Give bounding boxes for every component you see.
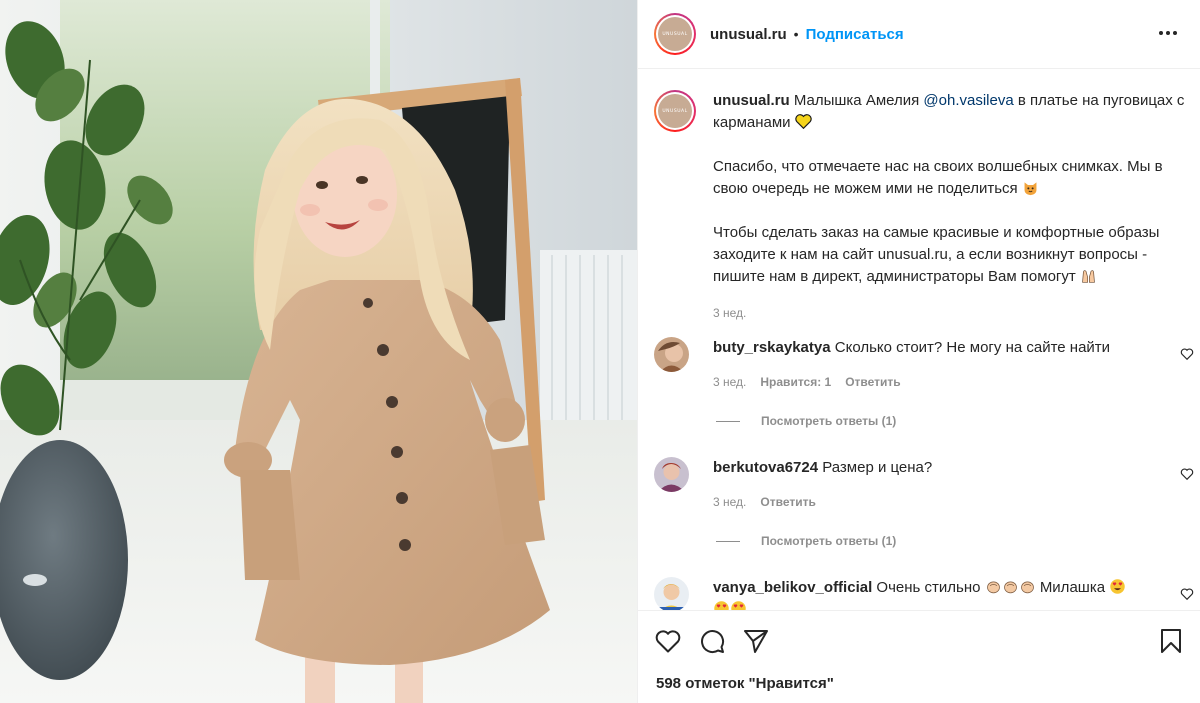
caption-avatar-logo: UNUSUAL xyxy=(658,94,692,128)
comment-text-2: Милашка xyxy=(1039,579,1106,596)
caption-username[interactable]: unusual.ru xyxy=(713,92,790,109)
comment-item: berkutova6724 Размер и цена? 3 нед. Отве… xyxy=(654,457,1194,548)
caption-text-1: Малышка Амелия xyxy=(793,92,920,109)
post-details-panel: UNUSUAL unusual.ru • Подписаться UNUSUAL xyxy=(637,0,1200,703)
instagram-post: UNUSUAL unusual.ru • Подписаться UNUSUAL xyxy=(0,0,1200,703)
comment-body: berkutova6724 Размер и цена? xyxy=(713,457,1158,479)
comment-body: vanya_belikov_official Очень стильно Мил… xyxy=(713,577,1158,610)
replies-divider xyxy=(716,540,740,542)
comment-text-1: Очень стильно xyxy=(876,579,981,596)
view-replies-label: Посмотреть ответы (1) xyxy=(761,534,897,548)
post-footer: 598 отметок "Нравится" xyxy=(638,610,1200,703)
raised-hands-icon xyxy=(1082,270,1095,283)
view-replies-label: Посмотреть ответы (1) xyxy=(761,414,897,428)
comment-meta: 3 нед. Нравится: 1 Ответить xyxy=(713,375,1194,389)
heart-eyes-emoji-icon xyxy=(731,601,746,610)
comments-list[interactable]: UNUSUAL unusual.ru Малышка Амелия @oh.va… xyxy=(638,70,1200,610)
caption-body: unusual.ru Малышка Амелия @oh.vasileva в… xyxy=(713,90,1185,324)
follow-button[interactable]: Подписаться xyxy=(806,26,904,43)
comment-item: buty_rskaykatya Сколько стоит? Не могу н… xyxy=(654,337,1194,428)
caption-avatar[interactable]: UNUSUAL xyxy=(654,90,696,132)
comment-likes[interactable]: Нравится: 1 xyxy=(760,375,831,389)
comment-text: Сколько стоит? Не могу на сайте найти xyxy=(834,339,1111,356)
heart-eyes-emoji-icon xyxy=(1110,579,1125,594)
view-replies-button[interactable]: Посмотреть ответы (1) xyxy=(716,414,1194,428)
share-icon[interactable] xyxy=(742,627,770,655)
avatar-logo: UNUSUAL xyxy=(658,17,692,51)
heart-icon[interactable] xyxy=(654,627,682,655)
reply-button[interactable]: Ответить xyxy=(760,495,815,509)
post-header: UNUSUAL unusual.ru • Подписаться xyxy=(638,0,1200,69)
yellow-heart-icon xyxy=(795,114,812,130)
commenter-avatar[interactable] xyxy=(654,337,689,372)
action-bar xyxy=(654,627,770,655)
comment-text: Размер и цена? xyxy=(822,459,933,476)
clapping-hands-icon xyxy=(1020,581,1034,594)
comment-username[interactable]: berkutova6724 xyxy=(713,459,818,476)
replies-divider xyxy=(716,420,740,422)
account-username[interactable]: unusual.ru xyxy=(710,26,787,43)
view-replies-button[interactable]: Посмотреть ответы (1) xyxy=(716,534,1194,548)
comment-item: vanya_belikov_official Очень стильно Мил… xyxy=(654,577,1194,610)
heart-eyes-emoji-icon xyxy=(714,601,729,610)
cat-face-icon xyxy=(1024,182,1037,196)
comment-username[interactable]: vanya_belikov_official xyxy=(713,579,872,596)
likes-count[interactable]: 598 отметок "Нравится" xyxy=(656,675,834,692)
clapping-hands-icon xyxy=(986,581,1000,594)
comment-like-heart-icon[interactable] xyxy=(1180,347,1194,361)
caption-paragraph-3: Чтобы сделать заказ на самые красивые и … xyxy=(713,222,1185,288)
post-caption: UNUSUAL unusual.ru Малышка Амелия @oh.va… xyxy=(654,90,1194,324)
comment-time[interactable]: 3 нед. xyxy=(713,495,746,509)
bookmark-icon[interactable] xyxy=(1157,627,1185,655)
caption-paragraph-2-text: Спасибо, что отмечаете нас на своих волш… xyxy=(713,158,1163,197)
caption-paragraph-2: Спасибо, что отмечаете нас на своих волш… xyxy=(713,156,1185,200)
comment-time[interactable]: 3 нед. xyxy=(713,375,746,389)
comment-username[interactable]: buty_rskaykatya xyxy=(713,339,831,356)
comment-like-heart-icon[interactable] xyxy=(1180,467,1194,481)
commenter-avatar[interactable] xyxy=(654,577,689,610)
photo-illustration xyxy=(0,0,637,703)
comment-icon[interactable] xyxy=(698,627,726,655)
comment-body: buty_rskaykatya Сколько стоит? Не могу н… xyxy=(713,337,1158,359)
caption-mention[interactable]: @oh.vasileva xyxy=(923,92,1013,109)
account-avatar[interactable]: UNUSUAL xyxy=(654,13,696,55)
header-separator: • xyxy=(793,26,799,42)
reply-button[interactable]: Ответить xyxy=(845,375,900,389)
comment-like-heart-icon[interactable] xyxy=(1180,587,1194,601)
post-photo[interactable] xyxy=(0,0,637,703)
comment-meta: 3 нед. Ответить xyxy=(713,495,1194,509)
more-options-icon[interactable] xyxy=(1157,22,1179,44)
commenter-avatar[interactable] xyxy=(654,457,689,492)
clapping-hands-icon xyxy=(1003,581,1017,594)
caption-timestamp[interactable]: 3 нед. xyxy=(713,302,1185,324)
